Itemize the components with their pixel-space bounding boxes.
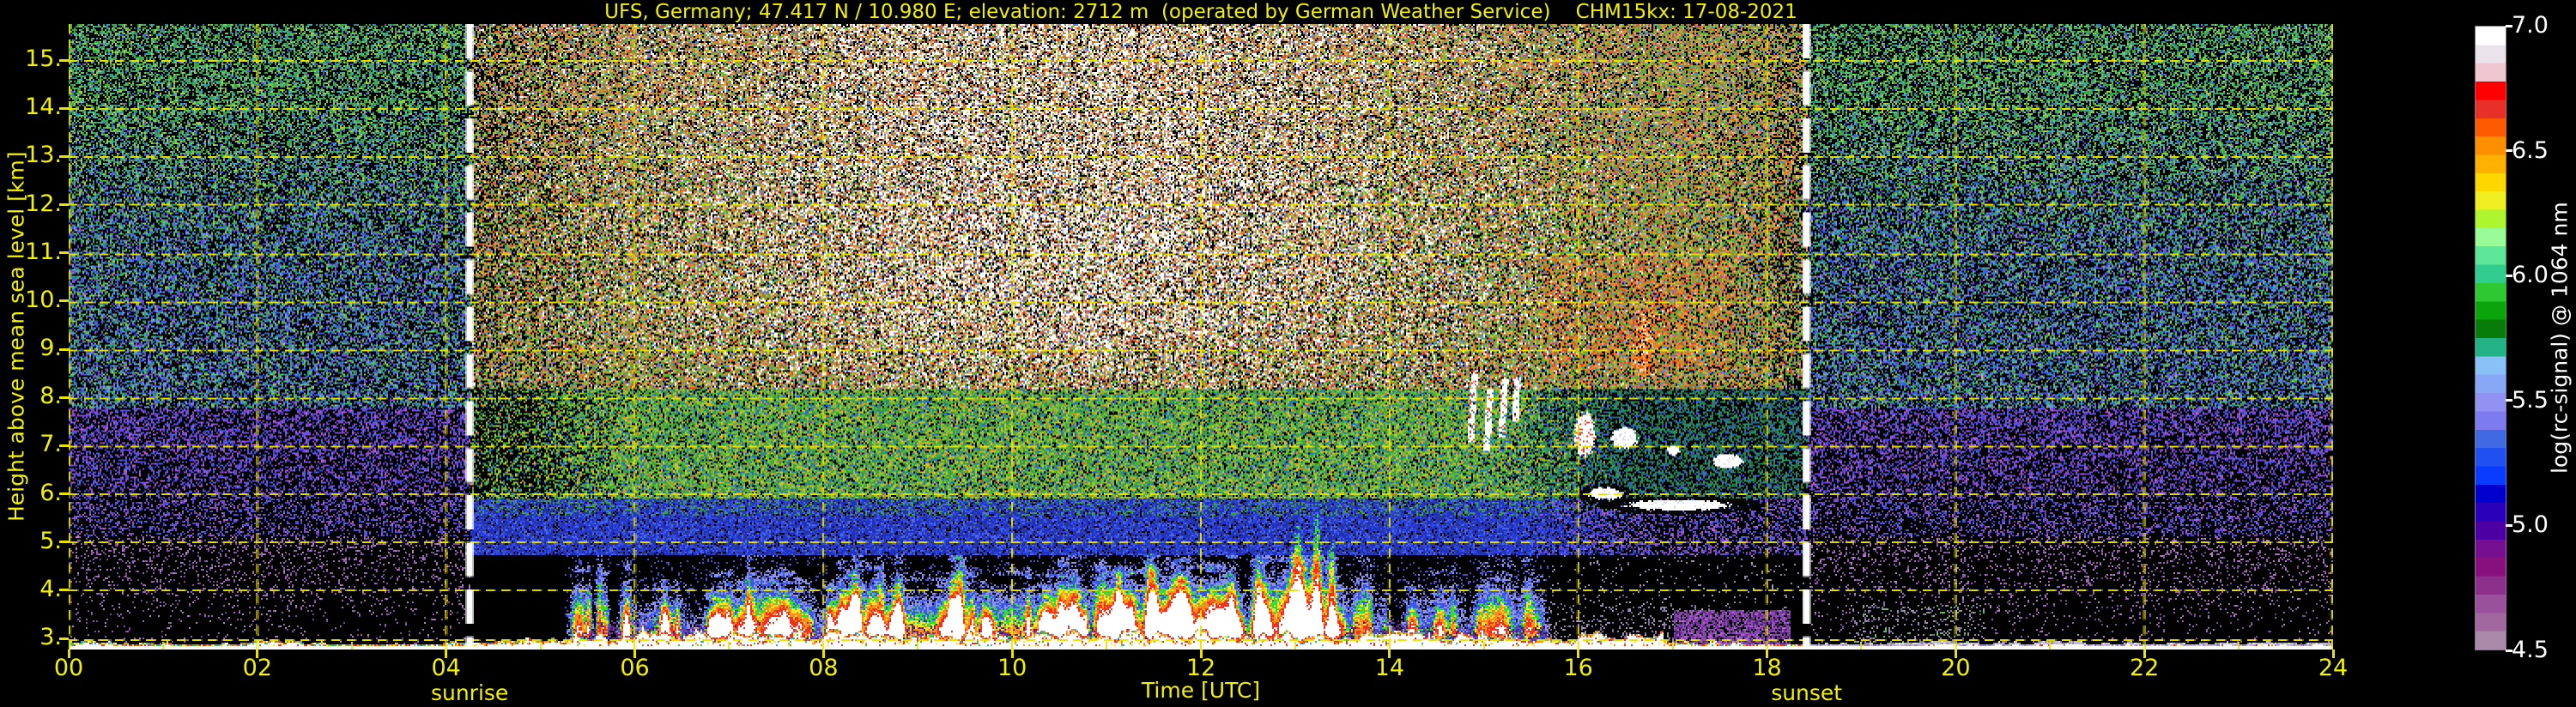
x-minor-tick (2049, 642, 2052, 650)
colorbar-tick-mark (2506, 149, 2512, 153)
colorbar-tick-mark (2506, 399, 2512, 402)
x-tick-mark (821, 650, 825, 658)
x-tick-label-06: 06 (620, 655, 650, 681)
x-minor-tick (1482, 642, 1485, 650)
y-tick-mark (59, 347, 69, 351)
x-tick-label-14: 14 (1374, 655, 1405, 681)
y-tick-mark (59, 154, 69, 158)
y-tick-label-8: 8. (39, 383, 62, 410)
x-minor-tick (350, 642, 353, 650)
colorbar (2475, 26, 2506, 650)
colorbar-tick-label-5.5: 5.5 (2512, 386, 2549, 414)
x-tick-label-10: 10 (997, 655, 1027, 681)
y-tick-label-12: 12. (25, 190, 62, 217)
y-tick-label-7: 7. (39, 431, 62, 458)
x-tick-mark (2143, 650, 2146, 658)
y-tick-mark (59, 203, 69, 207)
x-tick-mark (1766, 650, 1768, 658)
x-tick-label-00: 00 (53, 655, 84, 681)
y-tick-mark (59, 58, 69, 62)
x-minor-tick (539, 642, 542, 650)
colorbar-tick-label-7.0: 7.0 (2512, 12, 2549, 39)
y-tick-mark (59, 492, 69, 496)
x-minor-tick (1106, 642, 1108, 650)
x-tick-mark (2331, 650, 2335, 658)
x-minor-tick (161, 642, 164, 650)
y-tick-mark (59, 444, 69, 447)
y-tick-label-4: 4. (39, 575, 62, 602)
x-tick-mark (1577, 650, 1580, 658)
y-tick-label-15: 15. (25, 45, 62, 73)
x-minor-tick (917, 642, 919, 650)
x-tick-label-08: 08 (809, 655, 839, 681)
y-tick-label-9: 9. (39, 335, 62, 362)
x-minor-tick (1294, 642, 1296, 650)
page-title: UFS, Germany; 47.417 N / 10.980 E; eleva… (604, 1, 1797, 23)
x-tick-label-04: 04 (431, 655, 461, 681)
x-minor-tick (2238, 642, 2240, 650)
y-tick-label-13: 13. (25, 142, 62, 169)
x-minor-tick (1671, 642, 1674, 650)
x-minor-tick (728, 642, 730, 650)
colorbar-tick-label-4.5: 4.5 (2512, 637, 2549, 663)
y-tick-label-10: 10. (25, 286, 62, 313)
y-tick-label-5: 5. (39, 527, 62, 554)
y-tick-mark (59, 637, 69, 640)
x-axis-label: Time [UTC] (1141, 678, 1261, 703)
x-tick-mark (633, 650, 636, 658)
colorbar-tick-mark (2506, 523, 2512, 527)
x-tick-mark (1954, 650, 1957, 658)
y-tick-mark (59, 299, 69, 303)
colorbar-tick-label-5.0: 5.0 (2512, 511, 2549, 539)
colorbar-tick-mark (2506, 24, 2512, 27)
y-tick-mark (59, 541, 69, 544)
heatmap-canvas (69, 24, 2333, 650)
y-tick-mark (59, 589, 69, 592)
y-tick-label-11: 11. (25, 238, 62, 265)
x-minor-tick (1860, 642, 1863, 650)
x-tick-label-24: 24 (2318, 655, 2349, 681)
ceilometer-quicklook: UFS, Germany; 47.417 N / 10.980 E; eleva… (0, 0, 2576, 707)
x-tick-mark (1388, 650, 1391, 658)
y-tick-mark (59, 251, 69, 255)
colorbar-title: log(rc-signal) @ 1064 nm (2547, 202, 2573, 474)
colorbar-tick-label-6.0: 6.0 (2512, 262, 2549, 289)
x-tick-label-20: 20 (1941, 655, 1971, 681)
x-tick-label-22: 22 (2129, 655, 2160, 681)
x-tick-mark (67, 650, 70, 658)
x-tick-label-12: 12 (1185, 655, 1216, 681)
y-tick-label-6: 6. (39, 479, 62, 506)
colorbar-tick-mark (2506, 274, 2512, 277)
x-tick-mark (1199, 650, 1203, 658)
x-tick-mark (256, 650, 259, 658)
y-tick-mark (59, 106, 69, 110)
y-tick-label-14: 14. (25, 94, 62, 121)
x-tick-label-02: 02 (242, 655, 273, 681)
sunset-label: sunset (1771, 680, 1843, 705)
y-tick-mark (59, 396, 69, 399)
colorbar-tick-mark (2506, 649, 2512, 652)
x-tick-mark (1010, 650, 1014, 658)
x-tick-mark (445, 650, 448, 658)
sunrise-label: sunrise (430, 680, 509, 705)
y-tick-label-3: 3. (39, 624, 62, 651)
x-tick-label-16: 16 (1563, 655, 1593, 681)
x-tick-label-18: 18 (1752, 655, 1782, 681)
colorbar-tick-label-6.5: 6.5 (2512, 136, 2549, 164)
